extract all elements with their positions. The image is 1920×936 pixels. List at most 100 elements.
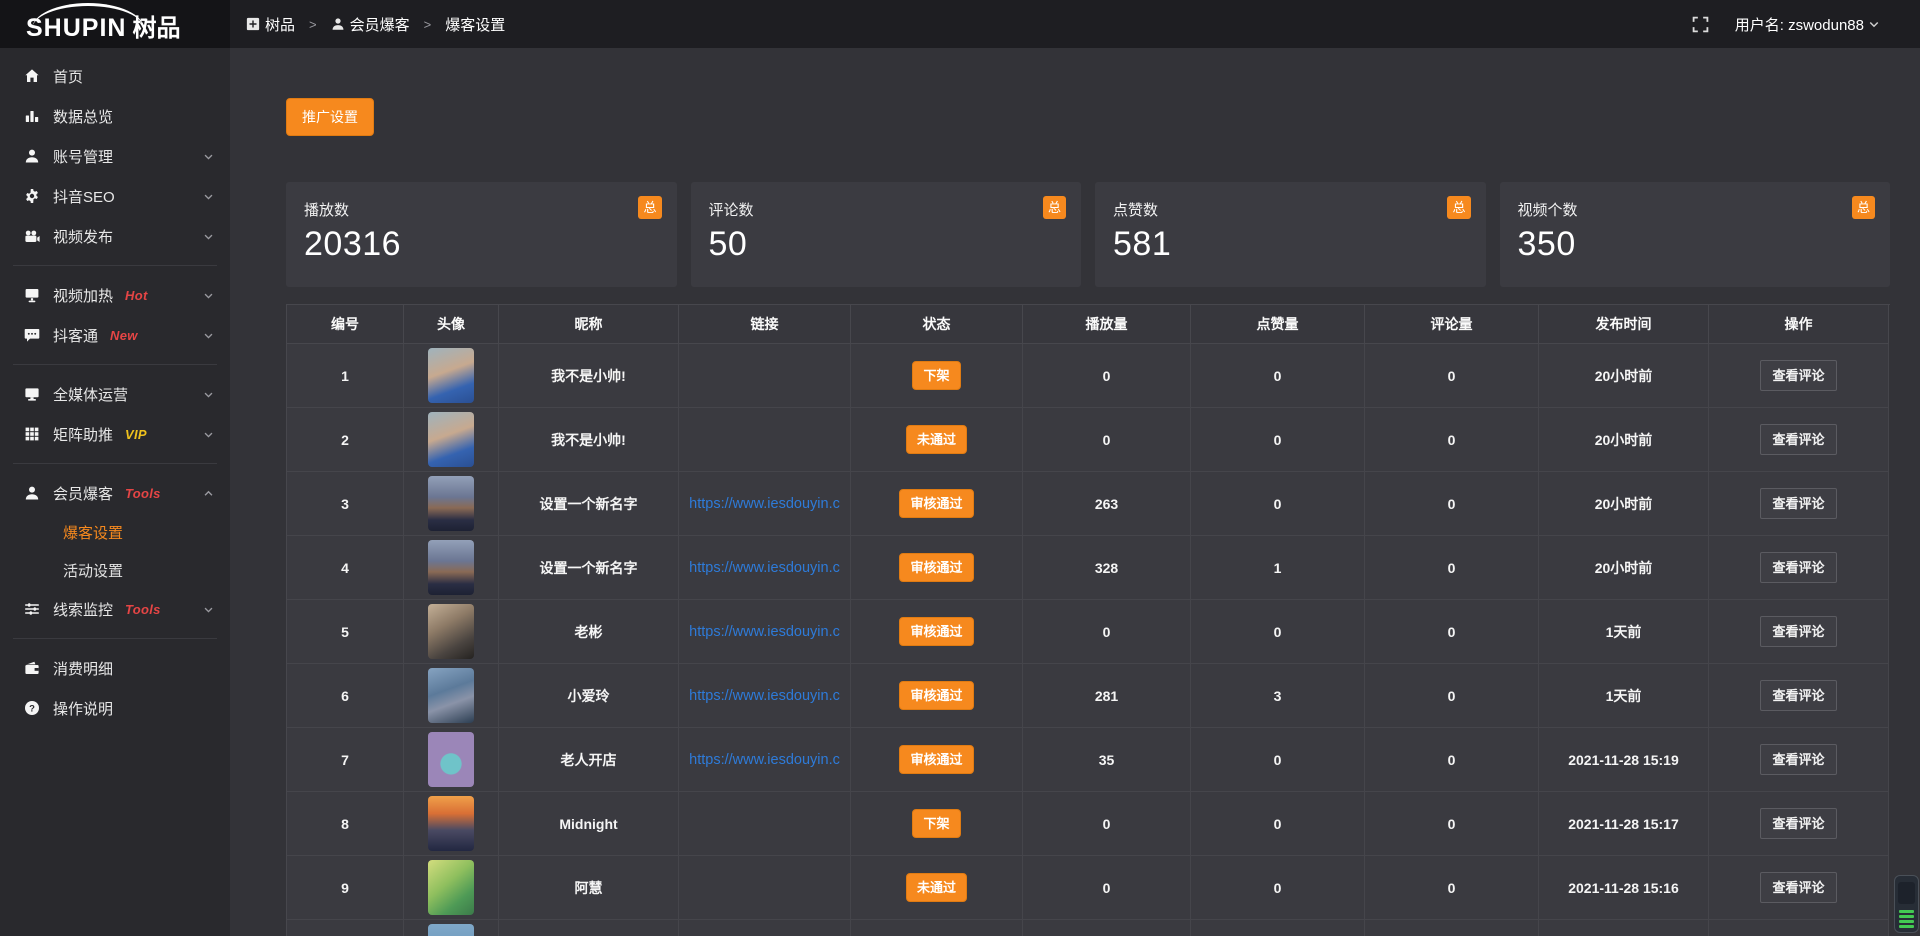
cell-nickname xyxy=(499,920,679,936)
chevron-down-icon xyxy=(203,389,214,400)
user-menu[interactable]: 用户名: zswodun88 xyxy=(1735,14,1880,35)
status-badge: 下架 xyxy=(912,361,960,390)
sidebar-item-consumption-details[interactable]: 消费明细 xyxy=(0,648,230,688)
table-row: 3 设置一个新名字 https://www.iesdouyin.c 审核通过 2… xyxy=(287,472,1890,536)
cell-nickname: 我不是小帅! xyxy=(499,344,679,408)
cell-link xyxy=(679,344,851,408)
video-link[interactable]: https://www.iesdouyin.c xyxy=(689,560,840,576)
breadcrumb-item-home[interactable]: 树品 xyxy=(246,14,295,35)
sidebar-item-member-baoke[interactable]: 会员爆客 Tools xyxy=(0,473,230,513)
cell-likes: 3 xyxy=(1191,664,1365,728)
sidebar-item-label: 操作说明 xyxy=(53,698,113,719)
battery-widget[interactable] xyxy=(1894,875,1919,933)
cell-nickname: 设置一个新名字 xyxy=(499,472,679,536)
view-comments-button[interactable]: 查看评论 xyxy=(1760,552,1836,583)
sidebar-subitem-label: 爆客设置 xyxy=(63,522,123,543)
cell-likes: 0 xyxy=(1191,792,1365,856)
cell-link xyxy=(679,920,851,936)
cell-comments: 0 xyxy=(1365,472,1539,536)
sidebar-item-label: 消费明细 xyxy=(53,658,113,679)
sidebar-item-label: 矩阵助推 xyxy=(53,424,113,445)
sidebar-subitem-label: 活动设置 xyxy=(63,560,123,581)
bar-chart-icon xyxy=(24,108,40,124)
view-comments-button[interactable]: 查看评论 xyxy=(1760,424,1836,455)
sidebar-item-label: 抖客通 xyxy=(53,325,98,346)
view-comments-button[interactable]: 查看评论 xyxy=(1760,744,1836,775)
cell-nickname: 设置一个新名字 xyxy=(499,536,679,600)
chevron-down-icon xyxy=(203,191,214,202)
col-header-nickname: 昵称 xyxy=(499,305,679,344)
fullscreen-icon[interactable] xyxy=(1692,16,1709,33)
view-comments-button[interactable]: 查看评论 xyxy=(1760,872,1836,903)
sidebar-item-instructions[interactable]: ? 操作说明 xyxy=(0,688,230,728)
view-comments-button[interactable]: 查看评论 xyxy=(1760,360,1836,391)
brand-logo: SHUPIN 树品 xyxy=(0,0,230,48)
sidebar-item-all-media[interactable]: 全媒体运营 xyxy=(0,374,230,414)
tools-badge: Tools xyxy=(125,602,161,617)
cell-id: 9 xyxy=(287,856,404,920)
cell-time: 1天前 xyxy=(1539,600,1709,664)
stat-value: 581 xyxy=(1113,225,1468,264)
table-row: 6 小爱玲 https://www.iesdouyin.c 审核通过 281 3… xyxy=(287,664,1890,728)
col-header-status: 状态 xyxy=(851,305,1023,344)
sidebar-item-home[interactable]: 首页 xyxy=(0,56,230,96)
cell-nickname: Midnight xyxy=(499,792,679,856)
cell-id: 7 xyxy=(287,728,404,792)
view-comments-button[interactable]: 查看评论 xyxy=(1760,680,1836,711)
chevron-down-icon xyxy=(203,429,214,440)
sidebar-item-video-publish[interactable]: 视频发布 xyxy=(0,216,230,256)
sidebar-subitem-activity-settings[interactable]: 活动设置 xyxy=(0,551,230,589)
col-header-avatar: 头像 xyxy=(404,305,499,344)
sidebar-item-douyin-seo[interactable]: 抖音SEO xyxy=(0,176,230,216)
video-link[interactable]: https://www.iesdouyin.c xyxy=(689,688,840,704)
screen-icon xyxy=(24,287,40,303)
video-link[interactable]: https://www.iesdouyin.c xyxy=(689,496,840,512)
video-link[interactable]: https://www.iesdouyin.c xyxy=(689,624,840,640)
stat-card-comments: 评论数 50 总 xyxy=(691,182,1082,287)
stat-label: 评论数 xyxy=(709,199,1064,220)
breadcrumb-item-member[interactable]: 会员爆客 xyxy=(331,14,410,35)
sidebar-item-account-management[interactable]: 账号管理 xyxy=(0,136,230,176)
view-comments-button[interactable]: 查看评论 xyxy=(1760,488,1836,519)
sidebar-subitem-baoke-settings[interactable]: 爆客设置 xyxy=(0,513,230,551)
cell-actions xyxy=(1709,920,1889,936)
cell-id: 3 xyxy=(287,472,404,536)
cell-likes: 0 xyxy=(1191,472,1365,536)
breadcrumb-label: 会员爆客 xyxy=(350,14,410,35)
cell-link xyxy=(679,792,851,856)
vip-badge: VIP xyxy=(125,427,147,442)
chevron-down-icon xyxy=(203,330,214,341)
avatar-image xyxy=(428,540,474,595)
main-content: 推广设置 播放数 20316 总 评论数 50 总 点赞数 581 总 视频个数… xyxy=(230,48,1920,936)
sidebar-item-video-heat[interactable]: 视频加热 Hot xyxy=(0,275,230,315)
dashboard-icon xyxy=(246,17,260,31)
sidebar-item-matrix-boost[interactable]: 矩阵助推 VIP xyxy=(0,414,230,454)
sidebar-divider xyxy=(13,265,217,266)
video-link[interactable]: https://www.iesdouyin.c xyxy=(689,752,840,768)
stat-card-videos: 视频个数 350 总 xyxy=(1500,182,1891,287)
table-header-row: 编号 头像 昵称 链接 状态 播放量 点赞量 评论量 发布时间 操作 xyxy=(287,305,1890,344)
wallet-icon xyxy=(24,660,40,676)
avatar-image xyxy=(428,668,474,723)
sidebar-item-clue-monitor[interactable]: 线索监控 Tools xyxy=(0,589,230,629)
username-label: 用户名: zswodun88 xyxy=(1735,14,1864,35)
col-header-plays: 播放量 xyxy=(1023,305,1191,344)
topbar-right: 用户名: zswodun88 xyxy=(1692,14,1920,35)
cell-id: 4 xyxy=(287,536,404,600)
cell-plays: 0 xyxy=(1023,344,1191,408)
sidebar-divider xyxy=(13,463,217,464)
sidebar-item-label: 抖音SEO xyxy=(53,186,115,207)
col-header-id: 编号 xyxy=(287,305,404,344)
col-header-comments: 评论量 xyxy=(1365,305,1539,344)
sidebar-item-douketong[interactable]: 抖客通 New xyxy=(0,315,230,355)
cell-plays: 0 xyxy=(1023,856,1191,920)
sidebar-item-data-overview[interactable]: 数据总览 xyxy=(0,96,230,136)
view-comments-button[interactable]: 查看评论 xyxy=(1760,616,1836,647)
promotion-settings-button[interactable]: 推广设置 xyxy=(286,98,374,136)
view-comments-button[interactable]: 查看评论 xyxy=(1760,808,1836,839)
cell-comments xyxy=(1365,920,1539,936)
cell-plays: 328 xyxy=(1023,536,1191,600)
user-icon xyxy=(331,17,345,31)
sidebar-item-label: 首页 xyxy=(53,66,83,87)
avatar-image xyxy=(428,604,474,659)
